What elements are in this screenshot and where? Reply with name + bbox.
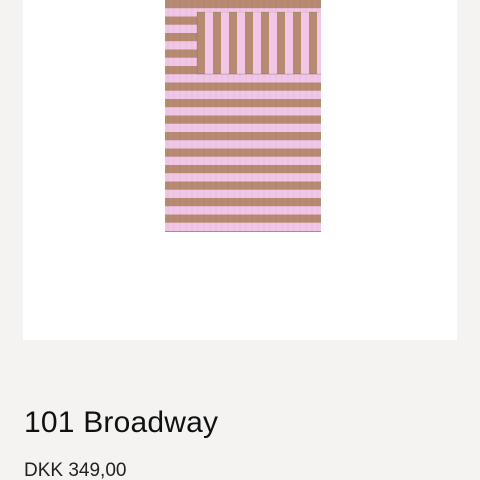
product-image[interactable] bbox=[165, 0, 321, 232]
product-image-container[interactable] bbox=[23, 0, 457, 340]
product-title[interactable]: 101 Broadway bbox=[24, 403, 218, 443]
towel-fold bbox=[197, 12, 321, 74]
product-price: DKK 349,00 bbox=[24, 460, 127, 480]
product-card[interactable]: 101 Broadway DKK 349,00 bbox=[0, 0, 480, 480]
